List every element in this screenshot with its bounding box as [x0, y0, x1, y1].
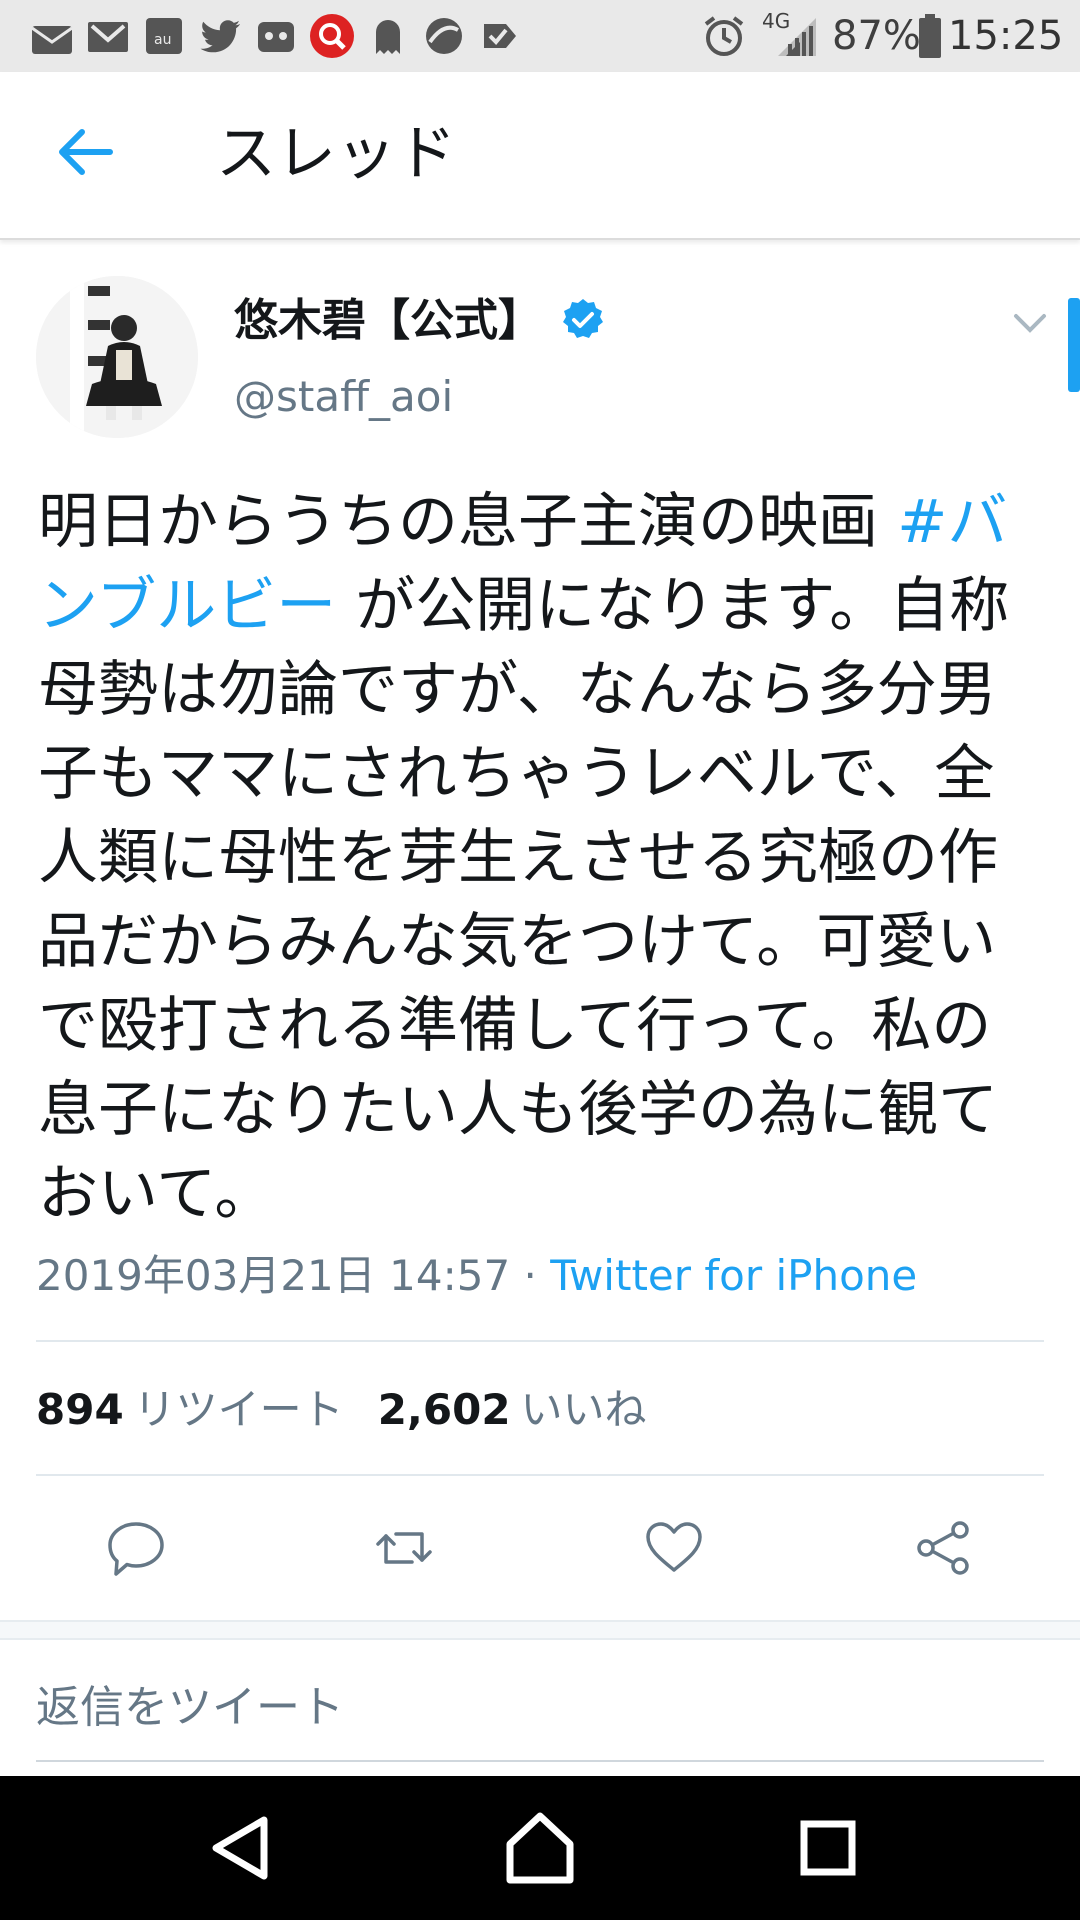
home-nav-icon[interactable] [496, 1804, 584, 1892]
navigation-bar [0, 1776, 1080, 1920]
mail-icon [31, 26, 73, 54]
like-count: 2,602 [377, 1385, 511, 1434]
screen-name[interactable]: @staff_aoi [234, 372, 453, 422]
divider [36, 1340, 1044, 1342]
signal-icon [778, 18, 816, 56]
like-label: いいね [520, 1385, 647, 1434]
share-icon[interactable] [912, 1516, 976, 1580]
ghost-icon [376, 20, 400, 54]
back-nav-icon[interactable] [198, 1804, 286, 1892]
tweet-text: 明日からうちの息子主演の映画 #バンブルビー が公開になります。自称母勢は勿論で… [38, 480, 1048, 1236]
reply-input[interactable]: 返信をツイート [36, 1680, 1044, 1762]
tweet-text-part-2: が公開になります。自称母勢は勿論ですが、なんなら多分男子もママにされちゃうレベル… [38, 571, 1010, 1229]
app-bar: スレッド [0, 72, 1080, 240]
tweet-stats: 894 リツイート 2,602 いいね [36, 1384, 647, 1436]
au-icon: au [146, 18, 182, 54]
back-arrow-icon[interactable] [44, 112, 124, 192]
clock: 15:25 [948, 13, 1064, 59]
meta-separator: · [523, 1251, 537, 1300]
app-icon [258, 22, 294, 52]
retweet-count: 894 [36, 1385, 124, 1434]
screen: au 4G 87% 15:25 スレッド 悠木碧【公式】 @staff_aoi … [0, 0, 1080, 1920]
tweet-source-link[interactable]: Twitter for iPhone [550, 1251, 917, 1300]
twitter-icon [200, 20, 241, 53]
display-name[interactable]: 悠木碧【公式】 [234, 294, 542, 348]
page-title: スレッド [216, 119, 456, 189]
alarm-icon [704, 16, 744, 56]
browser-icon [426, 18, 462, 54]
avatar-image [36, 276, 198, 438]
verified-badge-icon [563, 299, 603, 338]
retweet-stat[interactable]: 894 リツイート [36, 1385, 344, 1434]
gmail-icon [88, 22, 128, 52]
retweet-icon[interactable] [372, 1516, 436, 1580]
tweet-text-part-1: 明日からうちの息子主演の映画 [38, 487, 898, 557]
recents-nav-icon[interactable] [784, 1804, 872, 1892]
battery-percent: 87% [832, 13, 921, 59]
svg-text:au: au [154, 32, 171, 48]
tweet-timestamp: 2019年03月21日 14:57 [36, 1251, 511, 1300]
check-icon [484, 24, 516, 48]
like-stat[interactable]: 2,602 いいね [378, 1385, 647, 1434]
reply-icon[interactable] [104, 1516, 168, 1580]
search-app-icon [310, 14, 354, 58]
avatar[interactable] [36, 276, 198, 438]
section-separator [0, 1620, 1080, 1640]
tweet-meta: 2019年03月21日 14:57 · Twitter for iPhone [36, 1250, 917, 1302]
divider [36, 1474, 1044, 1476]
status-bar: au 4G 87% 15:25 [0, 0, 1080, 72]
chevron-down-icon[interactable] [1008, 300, 1052, 344]
scrollbar[interactable] [1068, 298, 1080, 392]
heart-icon[interactable] [642, 1516, 706, 1580]
retweet-label: リツイート [133, 1385, 344, 1434]
